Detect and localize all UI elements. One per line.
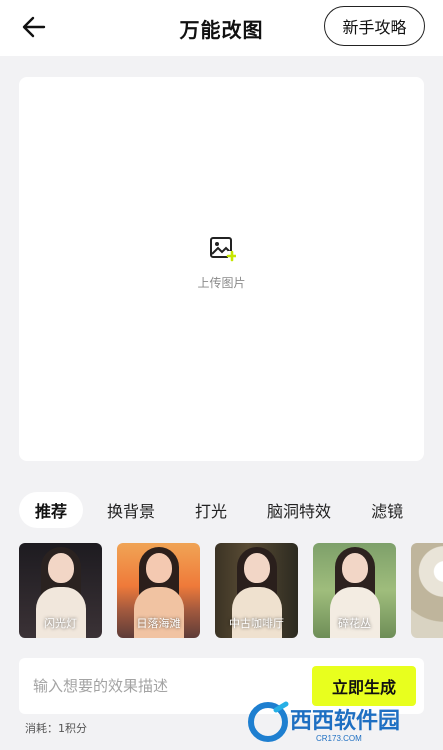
style-card-vintage-cafe[interactable]: 中古咖啡厅: [215, 543, 298, 638]
tab-change-background[interactable]: 换背景: [91, 492, 171, 528]
style-label: 中古咖啡厅: [229, 617, 284, 630]
image-add-icon: [209, 236, 236, 261]
watermark-sub: CR173.COM: [316, 734, 362, 743]
style-label: 日落海滩: [136, 617, 181, 630]
style-thumbnails: 闪光灯 日落海滩 中古咖啡厅 碎花丛: [19, 543, 443, 638]
watermark-text: 西西软件园: [290, 708, 400, 733]
site-watermark-logo: 西西软件园 CR173.COM: [248, 701, 400, 743]
tab-creative-effects[interactable]: 脑洞特效: [251, 492, 347, 528]
cost-info: 消耗：1积分: [25, 722, 87, 735]
beginner-guide-button[interactable]: 新手攻略: [324, 6, 425, 46]
style-label: 碎花丛: [338, 617, 371, 630]
style-card-flower-field[interactable]: 碎花丛: [313, 543, 396, 638]
style-card-flash[interactable]: 闪光灯: [19, 543, 102, 638]
tab-lighting[interactable]: 打光: [179, 492, 243, 528]
tab-filters[interactable]: 滤镜: [355, 492, 419, 528]
style-card-flowers[interactable]: [411, 543, 443, 638]
style-card-sunset-beach[interactable]: 日落海滩: [117, 543, 200, 638]
tab-recommended[interactable]: 推荐: [19, 492, 84, 528]
style-label: 闪光灯: [44, 617, 77, 630]
category-tabs: 推荐 换背景 打光 脑洞特效 滤镜: [19, 492, 443, 528]
upload-image-area[interactable]: 上传图片: [19, 77, 424, 461]
top-bar: 万能改图 新手攻略: [0, 0, 443, 56]
upload-label: 上传图片: [197, 275, 246, 290]
